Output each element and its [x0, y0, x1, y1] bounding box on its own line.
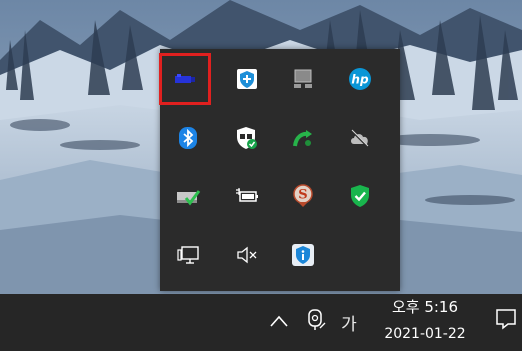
- tray-item-battery[interactable]: [225, 174, 269, 218]
- notification-overflow-panel: hp S: [159, 49, 400, 291]
- bluetooth-icon: [178, 126, 198, 150]
- tray-item-hp[interactable]: hp: [338, 57, 382, 101]
- tray-item-drive-check[interactable]: [166, 174, 210, 218]
- ime-mode-button[interactable]: 가: [336, 308, 362, 336]
- windows-security-shield-icon: [236, 126, 258, 150]
- taskbar: 가 오후 5:16 2021-01-22: [0, 294, 522, 351]
- shield-plus-icon: [236, 68, 258, 90]
- s-badge-icon: S: [292, 184, 314, 208]
- tray-item-volume[interactable]: [225, 233, 269, 277]
- tray-item-bluetooth[interactable]: [166, 116, 210, 160]
- drive-checkmark-icon: [175, 185, 201, 207]
- action-center-button[interactable]: [492, 306, 520, 336]
- notification-icon: [494, 307, 518, 335]
- tray-item-blue-usb[interactable]: [159, 53, 211, 105]
- hp-icon: hp: [348, 67, 372, 91]
- tray-item-shield-info[interactable]: [281, 233, 325, 277]
- green-shield-check-icon: [349, 184, 371, 208]
- mic-camera-button[interactable]: [303, 308, 329, 336]
- tray-item-onedrive[interactable]: [338, 116, 382, 160]
- clock-date: 2021-01-22: [384, 326, 466, 342]
- tray-item-green-shield[interactable]: [338, 174, 382, 218]
- shield-info-icon: [291, 243, 315, 267]
- microphone-icon: [306, 308, 326, 336]
- svg-text:S: S: [298, 188, 307, 203]
- tray-item-network[interactable]: [166, 233, 210, 277]
- ime-mode-label: 가: [341, 314, 357, 335]
- network-monitor-icon: [176, 244, 200, 266]
- chevron-up-icon: [269, 313, 289, 332]
- tray-item-s-badge[interactable]: S: [281, 174, 325, 218]
- onedrive-cloud-offline-icon: [348, 128, 372, 148]
- green-sync-icon: [292, 127, 314, 149]
- speaker-muted-icon: [235, 245, 259, 265]
- tray-item-green-sync[interactable]: [281, 116, 325, 160]
- tray-item-shield-plus[interactable]: [225, 57, 269, 101]
- tray-icon-grid: hp S: [159, 49, 400, 291]
- taskbar-clock[interactable]: 오후 5:16 2021-01-22: [370, 294, 480, 351]
- svg-text:hp: hp: [351, 73, 369, 87]
- monitor-network-icon: [292, 68, 314, 90]
- tray-item-windows-security[interactable]: [225, 116, 269, 160]
- clock-time: 오후 5:16: [391, 298, 459, 316]
- battery-plug-icon: [235, 187, 259, 205]
- show-hidden-icons-button[interactable]: [266, 309, 292, 335]
- tray-item-monitor-network[interactable]: [281, 57, 325, 101]
- blue-usb-icon: [173, 71, 197, 87]
